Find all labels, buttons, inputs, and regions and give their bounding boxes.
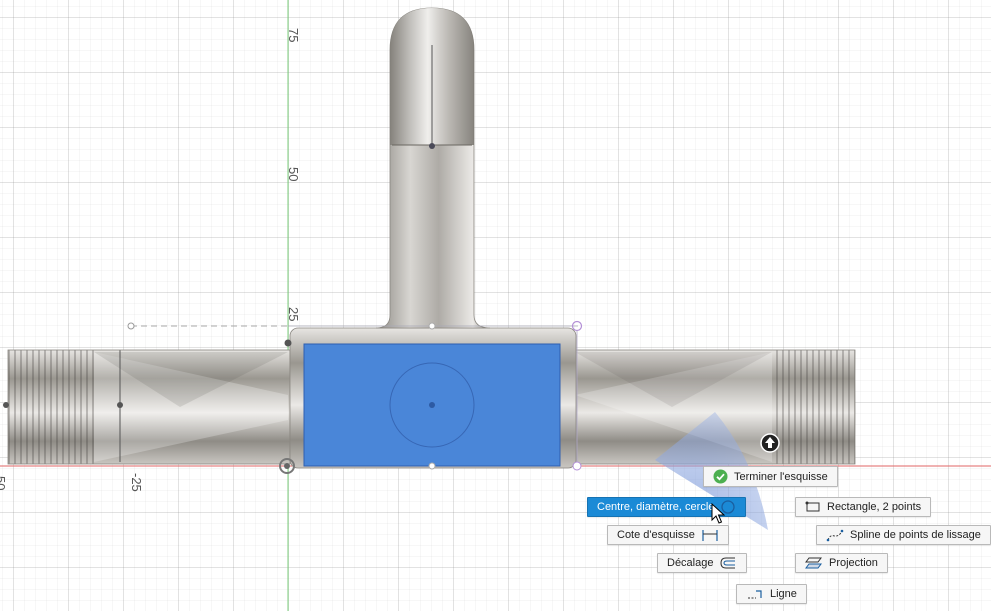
projection-icon xyxy=(805,557,822,569)
left-pipe-body xyxy=(7,349,291,465)
fit-point-spline-button[interactable]: Spline de points de lissage xyxy=(816,525,991,545)
line-button[interactable]: Ligne xyxy=(736,584,807,604)
design-canvas[interactable]: 75 50 25 -25 50 Terminer l'esquisse Cent… xyxy=(0,0,991,611)
finish-sketch-button[interactable]: Terminer l'esquisse xyxy=(703,466,838,487)
offset-icon xyxy=(720,557,736,569)
dimension-label: Cote d'esquisse xyxy=(617,529,695,541)
spline-icon xyxy=(826,529,844,542)
offset-button[interactable]: Décalage xyxy=(657,553,748,573)
sketch-dimension-button[interactable]: Cote d'esquisse xyxy=(607,525,729,545)
x-tick-minus-25: -25 xyxy=(129,473,144,492)
y-tick-75: 75 xyxy=(286,28,301,43)
rectangle-2-points-button[interactable]: Rectangle, 2 points xyxy=(795,497,932,517)
x-tick-50: 50 xyxy=(0,476,8,491)
mouse-pointer-icon xyxy=(711,503,725,524)
projection-label: Projection xyxy=(829,557,878,569)
spline-label: Spline de points de lissage xyxy=(850,529,981,541)
rectangle-label: Rectangle, 2 points xyxy=(827,501,922,513)
line-icon xyxy=(748,590,762,599)
y-tick-50: 50 xyxy=(286,167,301,182)
check-circle-icon xyxy=(713,469,728,484)
finish-sketch-label: Terminer l'esquisse xyxy=(734,470,828,483)
model-scene xyxy=(0,0,991,611)
rectangle-icon xyxy=(805,501,820,512)
circle-label: Centre, diamètre, cercle xyxy=(597,501,715,513)
projection-button[interactable]: Projection xyxy=(795,553,888,573)
orientation-arrow-icon xyxy=(760,433,780,453)
dimension-icon xyxy=(702,530,718,541)
vertical-branch xyxy=(375,7,491,329)
y-tick-25: 25 xyxy=(286,307,301,322)
line-label: Ligne xyxy=(770,588,797,600)
offset-label: Décalage xyxy=(667,557,714,569)
